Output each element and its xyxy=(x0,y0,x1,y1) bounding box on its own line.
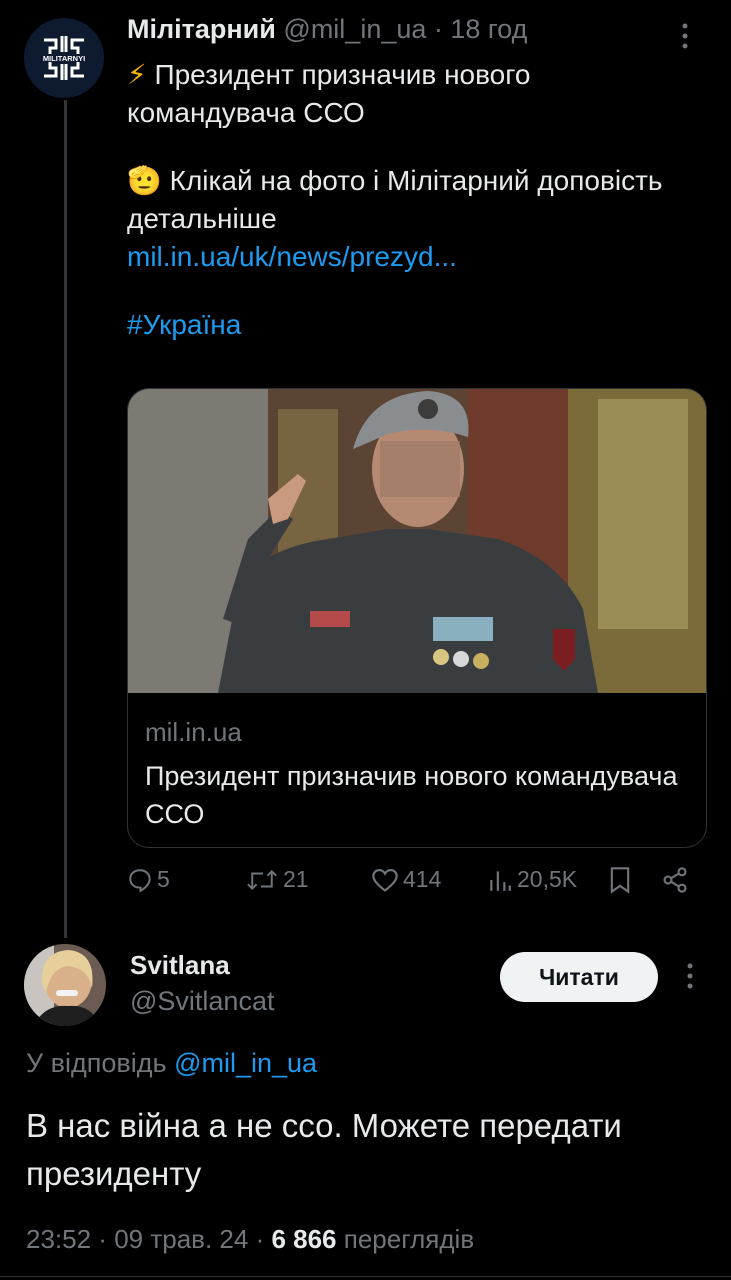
tweet-text: ⚡ Президент призначив нового командувача… xyxy=(127,56,687,344)
reply-icon xyxy=(129,868,151,893)
bookmark-icon xyxy=(610,867,630,894)
card-image[interactable] xyxy=(128,389,706,693)
reply-author-handle[interactable]: @Svitlancat xyxy=(130,986,274,1017)
reply-button[interactable]: 5 xyxy=(127,866,170,893)
retweet-button[interactable]: 21 xyxy=(245,866,309,893)
reply-to-line: У відповідь @mil_in_ua xyxy=(26,1048,318,1078)
retweet-count: 21 xyxy=(283,866,309,892)
reply-count: 5 xyxy=(157,866,170,892)
reply-time[interactable]: 23:52 xyxy=(26,1224,91,1254)
reply-author-name[interactable]: Svitlana xyxy=(130,950,230,981)
article-link[interactable]: mil.in.ua/uk/news/prezyd... xyxy=(127,238,687,276)
tweet-actions: 5 21 414 20,5K xyxy=(127,866,707,902)
reply-text: В нас війна а не ссо. Можете передати пр… xyxy=(26,1107,622,1192)
divider xyxy=(0,1276,731,1277)
card-title: Президент призначив нового командувача С… xyxy=(145,761,678,829)
card-domain: mil.in.ua xyxy=(145,717,242,747)
views-count: 20,5K xyxy=(517,866,578,892)
menu-dots-icon[interactable] xyxy=(680,22,690,52)
thread-connector xyxy=(64,100,67,938)
tweet-header: Мілітарний @mil_in_ua · 18 год xyxy=(127,14,527,45)
reply-menu-dots-icon[interactable] xyxy=(685,962,695,992)
avatar[interactable]: MILITARNYI xyxy=(24,18,104,98)
tweet-time[interactable]: 18 год xyxy=(450,14,527,44)
share-button[interactable] xyxy=(661,866,689,894)
like-button[interactable]: 414 xyxy=(371,866,441,893)
retweet-icon xyxy=(247,869,277,890)
reply-date[interactable]: 09 трав. 24 xyxy=(114,1224,248,1254)
reply-meta: 23:52 · 09 трав. 24 · 6 866 переглядів xyxy=(26,1224,475,1254)
reply-avatar[interactable] xyxy=(24,944,106,1026)
reply-to-handle[interactable]: @mil_in_ua xyxy=(174,1048,317,1078)
like-icon xyxy=(372,868,398,892)
share-icon xyxy=(663,867,687,893)
views-button[interactable]: 20,5K xyxy=(487,866,577,893)
like-count: 414 xyxy=(403,866,442,892)
lightning-emoji: ⚡ xyxy=(127,59,147,90)
link-card[interactable]: mil.in.ua Президент призначив нового ком… xyxy=(127,388,707,848)
reply-views-count: 6 866 xyxy=(271,1224,337,1254)
separator: · xyxy=(426,14,451,44)
views-icon xyxy=(490,870,511,891)
svg-text:MILITARNYI: MILITARNYI xyxy=(43,54,85,63)
author-name[interactable]: Мілітарний xyxy=(127,14,276,44)
follow-button[interactable]: Читати xyxy=(500,952,658,1002)
reply-views-label: переглядів xyxy=(343,1224,475,1254)
hashtag-link[interactable]: #Україна xyxy=(127,306,687,344)
militarnyi-logo: MILITARNYI xyxy=(24,18,104,98)
author-handle[interactable]: @mil_in_ua xyxy=(283,14,426,44)
salute-emoji: 🫡 xyxy=(127,165,162,196)
bookmark-button[interactable] xyxy=(608,866,632,894)
